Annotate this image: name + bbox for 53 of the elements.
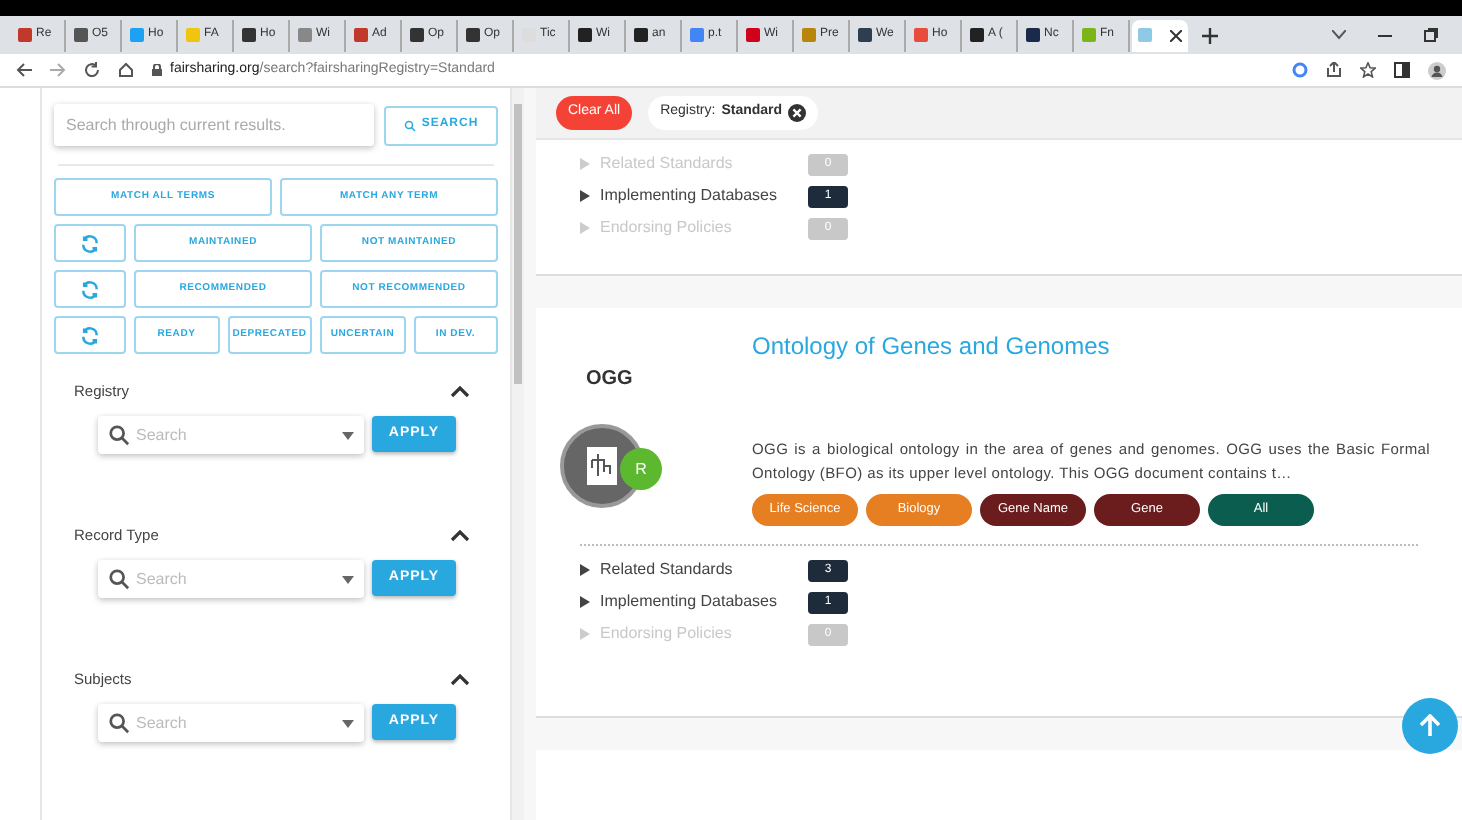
dropdown-icon[interactable] <box>342 575 354 583</box>
chevron-up-icon[interactable] <box>450 386 470 398</box>
facet-search-box[interactable]: Search <box>98 416 364 454</box>
refresh-icon <box>80 325 100 345</box>
share-icon[interactable] <box>1326 62 1342 78</box>
lock-icon <box>152 64 162 76</box>
refresh-icon <box>80 279 100 299</box>
tree-icon <box>586 446 618 486</box>
back-icon[interactable] <box>16 62 32 78</box>
facet-search-box[interactable]: Search <box>98 704 364 742</box>
home-icon[interactable] <box>118 62 134 78</box>
profile-icon[interactable] <box>1428 61 1446 79</box>
reset-button[interactable] <box>54 224 126 262</box>
dropdown-icon[interactable] <box>342 431 354 439</box>
caret-icon <box>580 596 590 608</box>
reload-icon[interactable] <box>84 62 100 78</box>
facet-search-input[interactable]: Search <box>136 423 336 447</box>
registry-badge: R <box>620 448 662 490</box>
caret-icon <box>580 222 590 234</box>
chevron-up-icon[interactable] <box>450 674 470 686</box>
close-icon[interactable] <box>1170 29 1182 41</box>
reset-button[interactable] <box>54 316 126 354</box>
search-icon <box>108 568 130 590</box>
browser-tab[interactable] <box>1132 19 1188 51</box>
new-tab-icon[interactable] <box>1202 27 1218 43</box>
caret-icon <box>580 190 590 202</box>
star-icon[interactable] <box>1360 62 1376 78</box>
chevron-down-icon[interactable] <box>1332 30 1346 40</box>
arrow-up-icon <box>1418 714 1442 738</box>
sidebar-icon[interactable] <box>1394 62 1410 78</box>
abbreviation: OGG <box>586 366 633 394</box>
google-icon[interactable] <box>1292 62 1308 78</box>
caret-icon <box>580 564 590 576</box>
refresh-icon <box>80 233 100 253</box>
search-icon <box>108 712 130 734</box>
relation-label[interactable]: Related Standards <box>600 558 808 582</box>
facet-search-input[interactable]: Search <box>136 567 336 591</box>
search-field[interactable]: Search through current results. <box>54 104 374 146</box>
chevron-up-icon[interactable] <box>450 530 470 542</box>
close-icon[interactable] <box>788 104 807 122</box>
relation-label[interactable]: Implementing Databases <box>600 590 808 614</box>
caret-icon <box>580 158 590 170</box>
dropdown-icon[interactable] <box>342 719 354 727</box>
scrollbar[interactable] <box>512 88 524 820</box>
search-icon <box>108 424 130 446</box>
reset-button[interactable] <box>54 270 126 308</box>
facet-search-box[interactable]: Search <box>98 560 364 598</box>
relation-label[interactable]: Implementing Databases <box>600 184 808 208</box>
caret-icon <box>580 628 590 640</box>
minimize-icon[interactable] <box>1378 33 1392 37</box>
facet-search-input[interactable]: Search <box>136 711 336 735</box>
restore-icon[interactable] <box>1424 28 1438 42</box>
search-icon <box>403 119 416 131</box>
